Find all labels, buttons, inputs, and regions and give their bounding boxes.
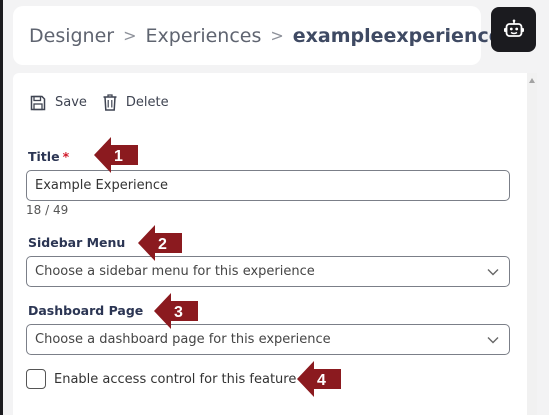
breadcrumb-item-designer[interactable]: Designer	[29, 25, 114, 47]
callout-number-3: 3	[174, 304, 183, 321]
scrollbar[interactable]	[527, 73, 537, 415]
sidebar-menu-select[interactable]: Choose a sidebar menu for this experienc…	[26, 256, 510, 287]
sidebar-menu-placeholder: Choose a sidebar menu for this experienc…	[35, 264, 315, 279]
breadcrumb-current: exampleexperience	[292, 24, 502, 47]
callout-number-1: 1	[114, 148, 123, 165]
access-control-option: Enable access control for this feature	[26, 369, 296, 389]
floppy-disk-icon	[30, 95, 46, 110]
required-asterisk: *	[62, 149, 70, 164]
robot-icon	[503, 19, 524, 37]
save-label: Save	[55, 95, 87, 110]
title-label: Title *	[28, 149, 70, 164]
scroll-up-arrow-icon[interactable]	[529, 78, 535, 83]
experience-form-card: Save Delete Title* 18 / 49 Sidebar Menu …	[13, 73, 537, 415]
breadcrumb: Designer > Experiences > exampleexperien…	[13, 6, 502, 65]
access-control-label[interactable]: Enable access control for this feature	[54, 372, 296, 387]
title-input[interactable]	[26, 170, 510, 201]
callout-number-2: 2	[158, 236, 167, 253]
sidebar-menu-label: Sidebar Menu	[28, 235, 126, 250]
breadcrumb-separator: >	[123, 26, 137, 45]
trash-icon	[103, 94, 117, 111]
chevron-down-icon	[487, 336, 499, 343]
delete-button[interactable]: Delete	[103, 94, 169, 111]
dashboard-page-select[interactable]: Choose a dashboard page for this experie…	[26, 324, 510, 355]
assistant-bot-button[interactable]	[491, 7, 536, 52]
callout-number-4: 4	[317, 372, 326, 389]
form-toolbar: Save Delete	[30, 94, 185, 111]
title-char-counter: 18 / 49	[26, 203, 69, 217]
breadcrumb-item-experiences[interactable]: Experiences	[146, 25, 262, 47]
delete-label: Delete	[125, 95, 169, 110]
access-control-checkbox[interactable]	[26, 369, 46, 389]
callout-arrow-4: 4	[297, 361, 341, 397]
callout-arrow-3: 3	[154, 293, 198, 329]
callout-arrow-2: 2	[138, 225, 182, 261]
dashboard-page-label: Dashboard Page	[28, 303, 144, 318]
dashboard-page-placeholder: Choose a dashboard page for this experie…	[35, 332, 331, 347]
callout-arrow-1: 1	[94, 137, 138, 173]
chevron-down-icon	[487, 268, 499, 275]
window-left-edge	[0, 0, 3, 415]
save-button[interactable]: Save	[30, 95, 87, 111]
breadcrumb-separator: >	[270, 26, 284, 45]
